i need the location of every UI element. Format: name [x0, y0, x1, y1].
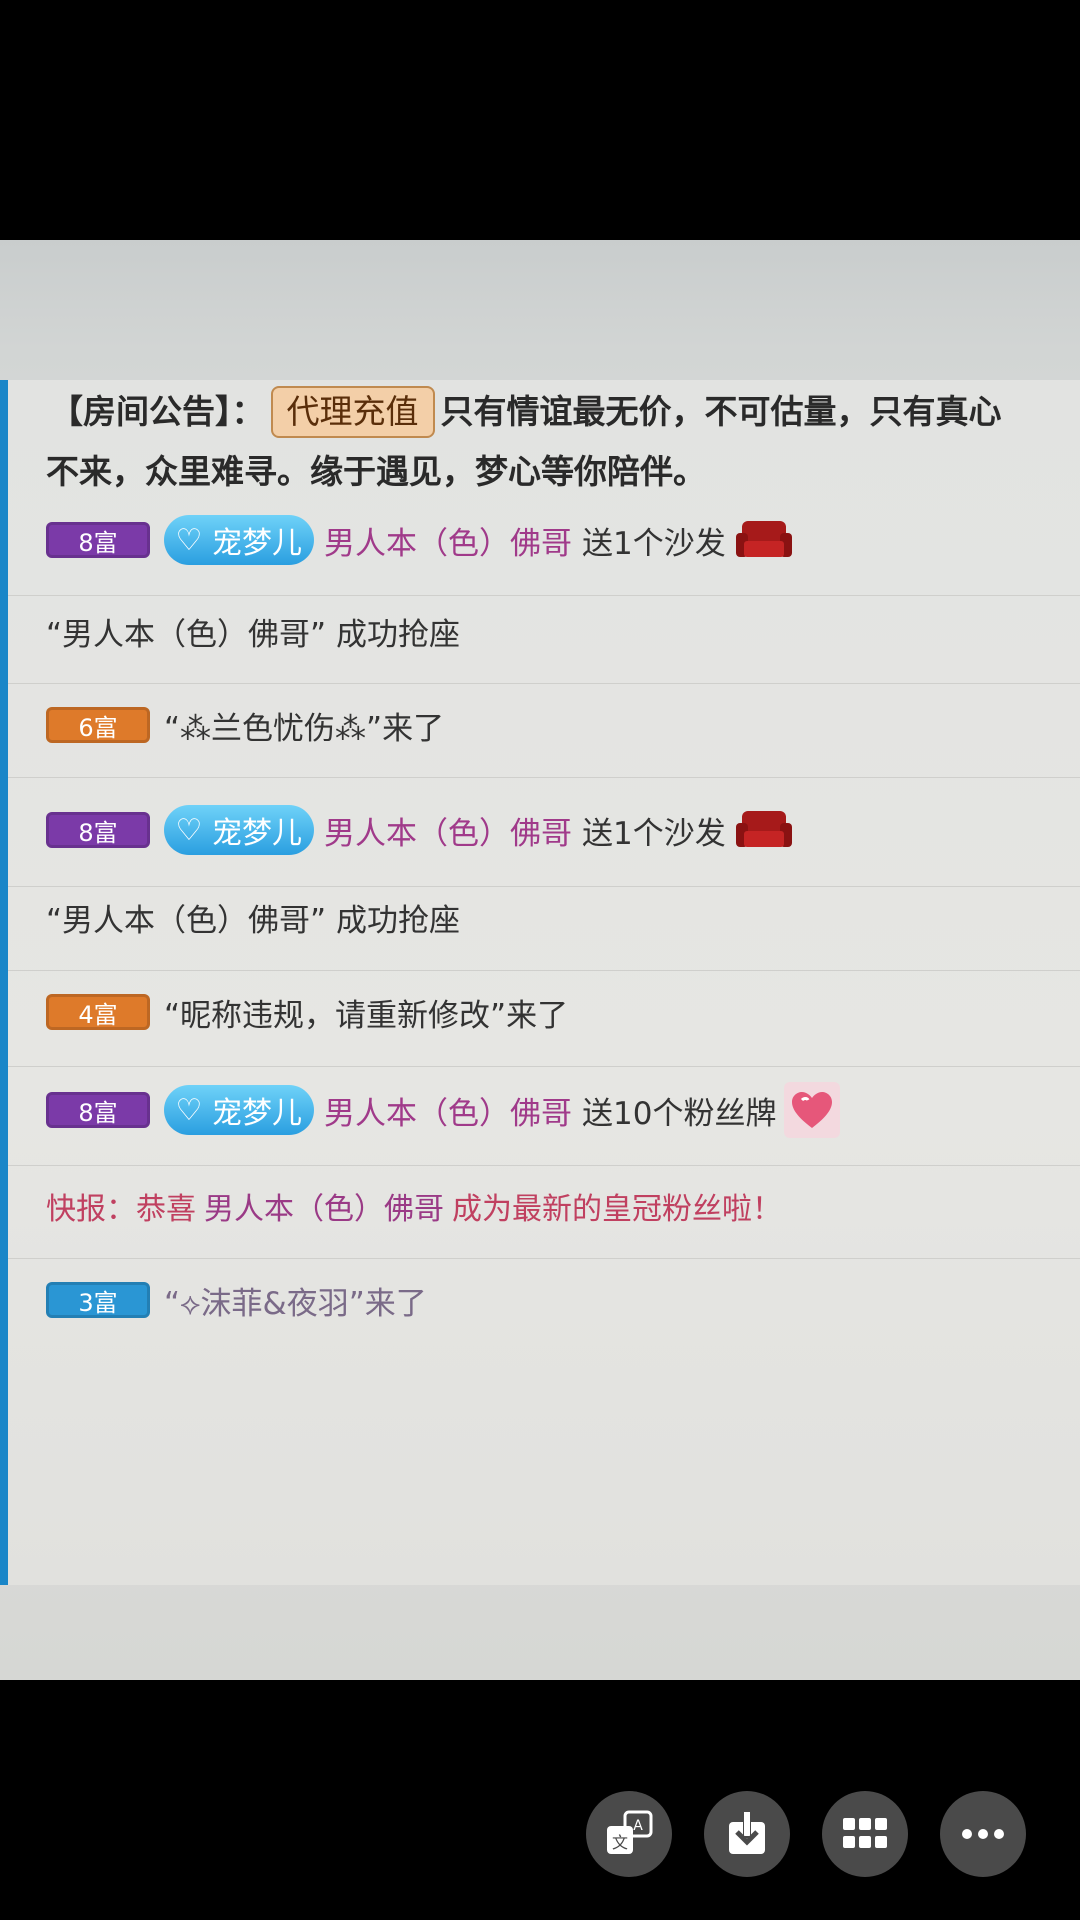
divider [8, 1258, 1080, 1259]
grid-icon [843, 1818, 887, 1848]
chat-message: 3富 “⟡沫菲&夜羽”来了 [46, 1272, 427, 1328]
photo: 【房间公告】： 代理充值 只有情谊最无价，不可估量，只有真心 不来，众里难寻。缘于遇… [0, 240, 1080, 1680]
fan-badge-icon [784, 1082, 841, 1138]
chat-message: 8富 ♡ 宠梦儿 男人本（色）佛哥 送1个沙发 [46, 802, 794, 858]
username[interactable]: 男人本（色）佛哥 [324, 518, 572, 563]
chat-message: 4富 “昵称违规，请重新修改”来了 [46, 984, 568, 1040]
pet-name: 宠梦儿 [212, 816, 302, 851]
download-button[interactable] [704, 1791, 790, 1877]
chat-message: “男人本（色）佛哥” 成功抢座 [46, 889, 460, 945]
heart-badge-icon [792, 1092, 833, 1128]
divider [8, 886, 1080, 887]
divider [8, 595, 1080, 596]
announcement-label: 【房间公告】： [50, 392, 265, 431]
enter-message: “⁂兰色忧伤⁂”来了 [164, 710, 445, 747]
heart-icon: ♡ [175, 1092, 203, 1128]
divider [8, 683, 1080, 684]
pet-badge: ♡ 宠梦儿 [164, 515, 314, 565]
pet-badge: ♡ 宠梦儿 [164, 1085, 314, 1135]
pet-badge: ♡ 宠梦儿 [164, 805, 314, 855]
system-message: “男人本（色）佛哥” 成功抢座 [46, 902, 460, 939]
heart-icon: ♡ [175, 522, 203, 558]
gift-action: 送10个粉丝牌 [582, 1095, 777, 1132]
divider [8, 1066, 1080, 1067]
sofa-icon [735, 521, 792, 557]
chat-message: 快报：恭喜 男人本（色）佛哥 成为最新的皇冠粉丝啦！ [46, 1178, 782, 1234]
chat-message: 6富 “⁂兰色忧伤⁂”来了 [46, 697, 444, 753]
pet-name: 宠梦儿 [212, 1096, 302, 1131]
enter-message: “昵称违规，请重新修改”来了 [164, 997, 569, 1034]
wealth-rank-badge: 4富 [46, 994, 150, 1030]
image-viewer: 【房间公告】： 代理充值 只有情谊最无价，不可估量，只有真心 不来，众里难寻。缘于遇… [0, 0, 1080, 1920]
heart-icon: ♡ [175, 812, 203, 848]
username[interactable]: 男人本（色）佛哥 [204, 1184, 444, 1228]
sofa-icon [735, 811, 792, 847]
username[interactable]: 男人本（色）佛哥 [324, 808, 572, 853]
chat-message: “男人本（色）佛哥” 成功抢座 [46, 603, 460, 659]
chat-message: 8富 ♡ 宠梦儿 男人本（色）佛哥 送10个粉丝牌 [46, 1082, 841, 1138]
news-suffix: 成为最新的皇冠粉丝啦！ [452, 1192, 782, 1227]
enter-message: “⟡沫菲&夜羽”来了 [164, 1285, 427, 1322]
translate-button[interactable]: 文 A [586, 1791, 672, 1877]
translate-icon: 文 A [607, 1810, 653, 1854]
divider [8, 1165, 1080, 1166]
wealth-rank-badge: 6富 [46, 707, 150, 743]
chat-panel-border [0, 380, 8, 1585]
pet-name: 宠梦儿 [212, 526, 302, 561]
wealth-rank-badge: 8富 [46, 522, 150, 558]
agent-recharge-button[interactable]: 代理充值 [270, 386, 435, 438]
gift-action: 送1个沙发 [582, 525, 726, 562]
news-prefix: 快报：恭喜 [46, 1192, 196, 1227]
username[interactable]: 男人本（色）佛哥 [324, 1088, 572, 1133]
chat-message: 8富 ♡ 宠梦儿 男人本（色）佛哥 送1个沙发 [46, 512, 794, 568]
announcement-text: 只有情谊最无价，不可估量，只有真心 [440, 392, 1002, 431]
more-icon [962, 1829, 1004, 1839]
gift-action: 送1个沙发 [582, 815, 726, 852]
wealth-rank-badge: 8富 [46, 812, 150, 848]
wealth-rank-badge: 8富 [46, 1092, 150, 1128]
download-icon [729, 1812, 765, 1854]
divider [8, 970, 1080, 971]
system-message: “男人本（色）佛哥” 成功抢座 [46, 616, 460, 653]
svg-text:A: A [633, 1818, 643, 1834]
grid-button[interactable] [822, 1791, 908, 1877]
more-button[interactable] [940, 1791, 1026, 1877]
announcement-text-line2: 不来，众里难寻。缘于遇见，梦心等你陪伴。 [46, 452, 706, 491]
room-announcement: 【房间公告】： 代理充值 只有情谊最无价，不可估量，只有真心 [50, 385, 1080, 439]
wealth-rank-badge: 3富 [46, 1282, 150, 1318]
divider [8, 777, 1080, 778]
